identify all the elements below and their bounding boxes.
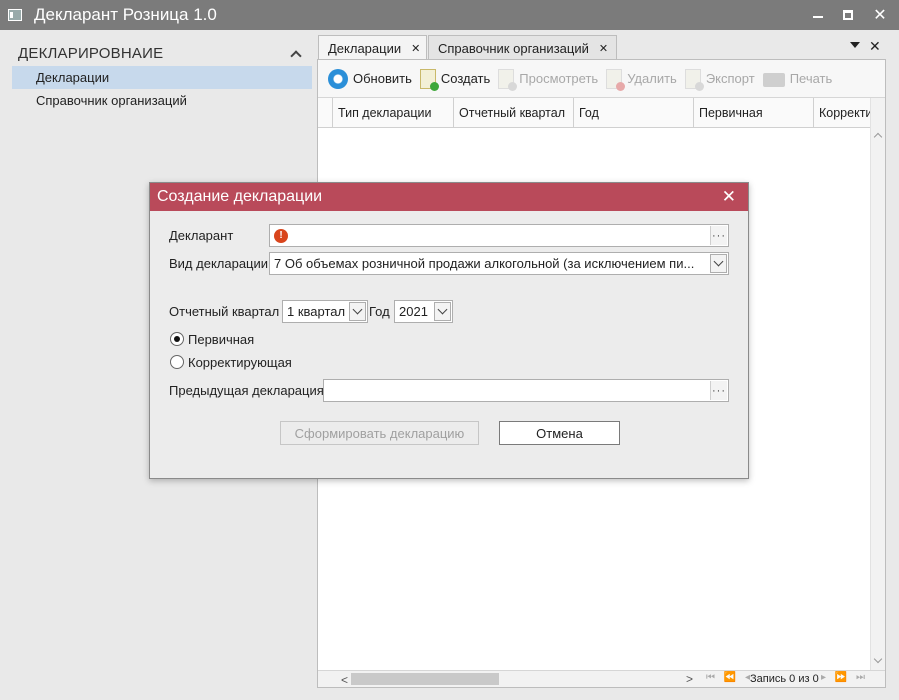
maximize-button[interactable] <box>830 0 866 30</box>
declaration-type-label: Вид декларации <box>169 256 269 271</box>
generate-declaration-button[interactable]: Сформировать декларацию <box>280 421 479 445</box>
sidebar-section-title: ДЕКЛАРИРОВНАИЕ <box>18 44 164 62</box>
tab-label: Декларации <box>328 40 402 56</box>
delete-document-icon <box>606 68 626 91</box>
tab-close-icon[interactable]: ✕ <box>599 42 608 55</box>
minimize-icon <box>813 16 823 18</box>
view-label: Просмотреть <box>519 71 599 86</box>
sidebar-item-organizations[interactable]: Справочник организаций <box>12 89 312 112</box>
declarant-browse-button[interactable]: ··· <box>710 226 727 245</box>
dialog-close-button[interactable]: ✕ <box>722 187 736 207</box>
export-icon <box>684 68 704 91</box>
pager-next-icons[interactable]: ▸ ⏩ ⏭ <box>821 672 868 683</box>
tab-list-dropdown-icon[interactable] <box>850 42 860 48</box>
tab-label: Справочник организаций <box>438 40 589 56</box>
refresh-icon <box>328 68 348 89</box>
previous-declaration-browse-button[interactable]: ··· <box>710 381 727 400</box>
maximize-icon <box>843 10 853 20</box>
window-title: Декларант Розница 1.0 <box>34 5 217 24</box>
scroll-up-icon[interactable] <box>873 132 883 142</box>
year-label: Год <box>369 304 390 319</box>
cancel-button[interactable]: Отмена <box>499 421 620 445</box>
column-header-corrective[interactable]: Корректи <box>813 98 870 128</box>
corrective-label[interactable]: Корректирующая <box>188 355 292 370</box>
previous-declaration-label: Предыдущая декларация <box>169 383 324 398</box>
view-button[interactable]: Просмотреть <box>498 68 599 91</box>
corrective-radio[interactable] <box>170 355 184 369</box>
sidebar-item-label: Справочник организаций <box>36 93 187 108</box>
primary-label[interactable]: Первичная <box>188 332 254 347</box>
column-header-quarter[interactable]: Отчетный квартал <box>453 98 573 128</box>
refresh-button[interactable]: Обновить <box>328 68 412 89</box>
horizontal-scroll-thumb[interactable] <box>351 673 499 685</box>
dialog-titlebar: Создание декларации ✕ <box>150 183 748 211</box>
sidebar-section-header[interactable]: ДЕКЛАРИРОВНАИЕ <box>18 42 308 64</box>
print-button[interactable]: Печать <box>762 71 833 87</box>
year-select[interactable]: 2021 <box>394 300 453 323</box>
declarant-label: Декларант <box>169 228 234 243</box>
create-button[interactable]: Создать <box>419 68 491 91</box>
tab-strip: Декларации ✕ Справочник организаций ✕ ✕ <box>318 35 886 60</box>
quarter-select[interactable]: 1 квартал <box>282 300 368 323</box>
primary-radio[interactable] <box>170 332 184 346</box>
export-button[interactable]: Экспорт <box>684 68 755 91</box>
declaration-type-value: 7 Об объемах розничной продажи алкогольн… <box>274 256 695 271</box>
declarant-field[interactable]: ! ··· <box>269 224 729 247</box>
year-value: 2021 <box>399 304 428 319</box>
pager-prev-icons[interactable]: ⏮ ⏪ ◂ <box>706 672 753 683</box>
dialog-title: Создание декларации <box>157 188 323 205</box>
column-header-primary[interactable]: Первичная <box>693 98 813 128</box>
chevron-down-icon[interactable] <box>349 302 366 321</box>
vertical-scrollbar[interactable] <box>870 98 885 670</box>
scroll-right-icon[interactable]: > <box>686 672 693 686</box>
printer-icon <box>762 72 785 87</box>
close-tabs-icon[interactable]: ✕ <box>869 38 881 55</box>
chevron-up-icon[interactable] <box>290 49 302 62</box>
view-document-icon <box>498 68 518 91</box>
declaration-type-select[interactable]: 7 Об объемах розничной продажи алкогольн… <box>269 252 729 275</box>
previous-declaration-field[interactable]: ··· <box>323 379 729 402</box>
quarter-label: Отчетный квартал <box>169 304 280 319</box>
column-header-type[interactable]: Тип декларации <box>332 98 453 128</box>
new-document-icon <box>419 68 439 91</box>
quarter-value: 1 квартал <box>287 304 346 319</box>
print-label: Печать <box>789 71 833 86</box>
sidebar-item-declarations[interactable]: Декларации <box>12 66 312 89</box>
app-icon <box>8 9 22 21</box>
scroll-left-icon[interactable]: < <box>341 673 348 687</box>
export-label: Экспорт <box>705 71 755 86</box>
table-header: Тип декларации Отчетный квартал Год Перв… <box>318 98 870 128</box>
tab-declarations[interactable]: Декларации ✕ <box>318 35 427 60</box>
scroll-down-icon[interactable] <box>873 654 883 664</box>
tab-organizations[interactable]: Справочник организаций ✕ <box>428 35 617 60</box>
chevron-down-icon[interactable] <box>710 254 727 273</box>
chevron-down-icon[interactable] <box>434 302 451 321</box>
refresh-label: Обновить <box>353 71 412 86</box>
record-status: Запись 0 из 0 <box>750 673 819 685</box>
window-close-button[interactable]: ✕ <box>862 0 898 30</box>
sidebar-item-label: Декларации <box>36 70 110 85</box>
create-label: Создать <box>440 71 491 86</box>
toolbar: Обновить Создать Просмотреть Удалить Экс… <box>318 60 885 98</box>
create-declaration-dialog: Создание декларации ✕ Декларант ! ··· Ви… <box>149 182 749 479</box>
column-header-year[interactable]: Год <box>573 98 693 128</box>
tab-close-icon[interactable]: ✕ <box>411 42 420 55</box>
delete-button[interactable]: Удалить <box>606 68 677 91</box>
table-footer: < > ⏮ ⏪ ◂ Запись 0 из 0 ▸ ⏩ ⏭ <box>318 670 885 687</box>
warning-icon: ! <box>274 228 288 243</box>
window-titlebar: Декларант Розница 1.0 ✕ <box>0 0 899 30</box>
delete-label: Удалить <box>627 71 677 86</box>
